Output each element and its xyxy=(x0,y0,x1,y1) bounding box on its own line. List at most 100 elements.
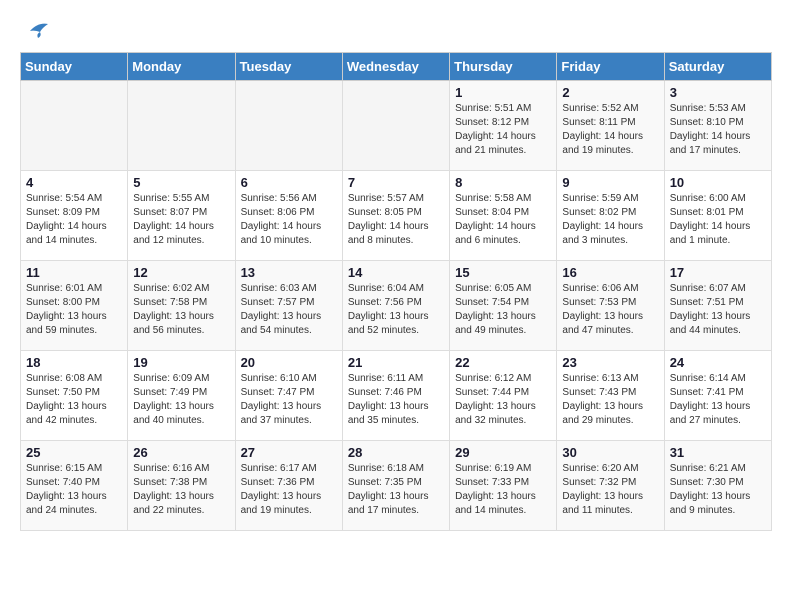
weekday-header-thursday: Thursday xyxy=(450,53,557,81)
day-info: Sunrise: 6:00 AM Sunset: 8:01 PM Dayligh… xyxy=(670,192,766,248)
day-info: Sunrise: 5:51 AM Sunset: 8:12 PM Dayligh… xyxy=(455,102,551,158)
logo xyxy=(20,20,52,42)
day-info: Sunrise: 6:03 AM Sunset: 7:57 PM Dayligh… xyxy=(241,282,337,338)
day-number: 16 xyxy=(562,265,658,280)
calendar-cell: 29 Sunrise: 6:19 AM Sunset: 7:33 PM Dayli… xyxy=(450,441,557,531)
day-info: Sunrise: 6:04 AM Sunset: 7:56 PM Dayligh… xyxy=(348,282,444,338)
calendar-cell: 30 Sunrise: 6:20 AM Sunset: 7:32 PM Dayli… xyxy=(557,441,664,531)
calendar-cell: 15 Sunrise: 6:05 AM Sunset: 7:54 PM Dayli… xyxy=(450,261,557,351)
day-info: Sunrise: 6:10 AM Sunset: 7:47 PM Dayligh… xyxy=(241,372,337,428)
day-number: 24 xyxy=(670,355,766,370)
day-number: 27 xyxy=(241,445,337,460)
day-info: Sunrise: 5:57 AM Sunset: 8:05 PM Dayligh… xyxy=(348,192,444,248)
weekday-header-sunday: Sunday xyxy=(21,53,128,81)
day-info: Sunrise: 6:12 AM Sunset: 7:44 PM Dayligh… xyxy=(455,372,551,428)
calendar-cell xyxy=(235,81,342,171)
day-info: Sunrise: 5:53 AM Sunset: 8:10 PM Dayligh… xyxy=(670,102,766,158)
day-number: 2 xyxy=(562,85,658,100)
calendar-cell: 7 Sunrise: 5:57 AM Sunset: 8:05 PM Daylig… xyxy=(342,171,449,261)
day-number: 30 xyxy=(562,445,658,460)
calendar-cell: 16 Sunrise: 6:06 AM Sunset: 7:53 PM Dayli… xyxy=(557,261,664,351)
day-info: Sunrise: 6:05 AM Sunset: 7:54 PM Dayligh… xyxy=(455,282,551,338)
calendar-cell: 19 Sunrise: 6:09 AM Sunset: 7:49 PM Dayli… xyxy=(128,351,235,441)
calendar-cell: 17Sunrise: 6:07 AM Sunset: 7:51 PM Dayli… xyxy=(664,261,771,351)
calendar-cell: 2 Sunrise: 5:52 AM Sunset: 8:11 PM Daylig… xyxy=(557,81,664,171)
day-info: Sunrise: 6:16 AM Sunset: 7:38 PM Dayligh… xyxy=(133,462,229,518)
day-number: 11 xyxy=(26,265,122,280)
calendar-cell: 20Sunrise: 6:10 AM Sunset: 7:47 PM Dayli… xyxy=(235,351,342,441)
day-info: Sunrise: 6:17 AM Sunset: 7:36 PM Dayligh… xyxy=(241,462,337,518)
page-header xyxy=(20,20,772,42)
calendar-cell: 11 Sunrise: 6:01 AM Sunset: 8:00 PM Dayli… xyxy=(21,261,128,351)
calendar-week-row: 1 Sunrise: 5:51 AM Sunset: 8:12 PM Daylig… xyxy=(21,81,772,171)
calendar-cell: 3 Sunrise: 5:53 AM Sunset: 8:10 PM Daylig… xyxy=(664,81,771,171)
day-number: 13 xyxy=(241,265,337,280)
calendar-cell: 27 Sunrise: 6:17 AM Sunset: 7:36 PM Dayli… xyxy=(235,441,342,531)
calendar-cell: 24 Sunrise: 6:14 AM Sunset: 7:41 PM Dayli… xyxy=(664,351,771,441)
weekday-header-wednesday: Wednesday xyxy=(342,53,449,81)
calendar-cell: 6 Sunrise: 5:56 AM Sunset: 8:06 PM Daylig… xyxy=(235,171,342,261)
calendar-cell: 14 Sunrise: 6:04 AM Sunset: 7:56 PM Dayli… xyxy=(342,261,449,351)
day-info: Sunrise: 6:08 AM Sunset: 7:50 PM Dayligh… xyxy=(26,372,122,428)
day-number: 21 xyxy=(348,355,444,370)
day-number: 14 xyxy=(348,265,444,280)
day-info: Sunrise: 6:21 AM Sunset: 7:30 PM Dayligh… xyxy=(670,462,766,518)
day-number: 4 xyxy=(26,175,122,190)
day-info: Sunrise: 6:19 AM Sunset: 7:33 PM Dayligh… xyxy=(455,462,551,518)
calendar-cell: 31 Sunrise: 6:21 AM Sunset: 7:30 PM Dayli… xyxy=(664,441,771,531)
logo-bird-icon xyxy=(20,20,52,42)
day-info: Sunrise: 6:06 AM Sunset: 7:53 PM Dayligh… xyxy=(562,282,658,338)
day-number: 25 xyxy=(26,445,122,460)
day-number: 10 xyxy=(670,175,766,190)
calendar-cell: 25 Sunrise: 6:15 AM Sunset: 7:40 PM Dayli… xyxy=(21,441,128,531)
calendar-cell xyxy=(128,81,235,171)
calendar-cell xyxy=(21,81,128,171)
day-number: 19 xyxy=(133,355,229,370)
weekday-header-monday: Monday xyxy=(128,53,235,81)
day-number: 3 xyxy=(670,85,766,100)
calendar-week-row: 4 Sunrise: 5:54 AM Sunset: 8:09 PM Daylig… xyxy=(21,171,772,261)
day-info: Sunrise: 6:13 AM Sunset: 7:43 PM Dayligh… xyxy=(562,372,658,428)
calendar-cell: 18 Sunrise: 6:08 AM Sunset: 7:50 PM Dayli… xyxy=(21,351,128,441)
calendar-cell: 4 Sunrise: 5:54 AM Sunset: 8:09 PM Daylig… xyxy=(21,171,128,261)
day-number: 26 xyxy=(133,445,229,460)
calendar-cell: 23Sunrise: 6:13 AM Sunset: 7:43 PM Dayli… xyxy=(557,351,664,441)
calendar-cell: 13 Sunrise: 6:03 AM Sunset: 7:57 PM Dayli… xyxy=(235,261,342,351)
day-number: 7 xyxy=(348,175,444,190)
day-number: 6 xyxy=(241,175,337,190)
day-info: Sunrise: 6:14 AM Sunset: 7:41 PM Dayligh… xyxy=(670,372,766,428)
day-info: Sunrise: 5:56 AM Sunset: 8:06 PM Dayligh… xyxy=(241,192,337,248)
day-number: 31 xyxy=(670,445,766,460)
day-info: Sunrise: 6:18 AM Sunset: 7:35 PM Dayligh… xyxy=(348,462,444,518)
calendar-cell: 12Sunrise: 6:02 AM Sunset: 7:58 PM Dayli… xyxy=(128,261,235,351)
day-info: Sunrise: 6:07 AM Sunset: 7:51 PM Dayligh… xyxy=(670,282,766,338)
day-info: Sunrise: 6:09 AM Sunset: 7:49 PM Dayligh… xyxy=(133,372,229,428)
calendar-cell: 21Sunrise: 6:11 AM Sunset: 7:46 PM Dayli… xyxy=(342,351,449,441)
day-number: 1 xyxy=(455,85,551,100)
day-number: 9 xyxy=(562,175,658,190)
calendar-table: SundayMondayTuesdayWednesdayThursdayFrid… xyxy=(20,52,772,531)
day-info: Sunrise: 5:58 AM Sunset: 8:04 PM Dayligh… xyxy=(455,192,551,248)
day-number: 15 xyxy=(455,265,551,280)
day-number: 29 xyxy=(455,445,551,460)
calendar-cell: 1 Sunrise: 5:51 AM Sunset: 8:12 PM Daylig… xyxy=(450,81,557,171)
day-info: Sunrise: 6:15 AM Sunset: 7:40 PM Dayligh… xyxy=(26,462,122,518)
day-info: Sunrise: 5:54 AM Sunset: 8:09 PM Dayligh… xyxy=(26,192,122,248)
weekday-header-friday: Friday xyxy=(557,53,664,81)
day-number: 8 xyxy=(455,175,551,190)
day-number: 12 xyxy=(133,265,229,280)
day-info: Sunrise: 5:52 AM Sunset: 8:11 PM Dayligh… xyxy=(562,102,658,158)
day-number: 5 xyxy=(133,175,229,190)
day-number: 22 xyxy=(455,355,551,370)
calendar-cell xyxy=(342,81,449,171)
day-info: Sunrise: 6:20 AM Sunset: 7:32 PM Dayligh… xyxy=(562,462,658,518)
day-number: 18 xyxy=(26,355,122,370)
calendar-cell: 10 Sunrise: 6:00 AM Sunset: 8:01 PM Dayli… xyxy=(664,171,771,261)
calendar-week-row: 25 Sunrise: 6:15 AM Sunset: 7:40 PM Dayli… xyxy=(21,441,772,531)
day-info: Sunrise: 6:01 AM Sunset: 8:00 PM Dayligh… xyxy=(26,282,122,338)
calendar-week-row: 18 Sunrise: 6:08 AM Sunset: 7:50 PM Dayli… xyxy=(21,351,772,441)
calendar-cell: 5Sunrise: 5:55 AM Sunset: 8:07 PM Daylig… xyxy=(128,171,235,261)
calendar-cell: 28Sunrise: 6:18 AM Sunset: 7:35 PM Dayli… xyxy=(342,441,449,531)
weekday-header-saturday: Saturday xyxy=(664,53,771,81)
weekday-header-tuesday: Tuesday xyxy=(235,53,342,81)
